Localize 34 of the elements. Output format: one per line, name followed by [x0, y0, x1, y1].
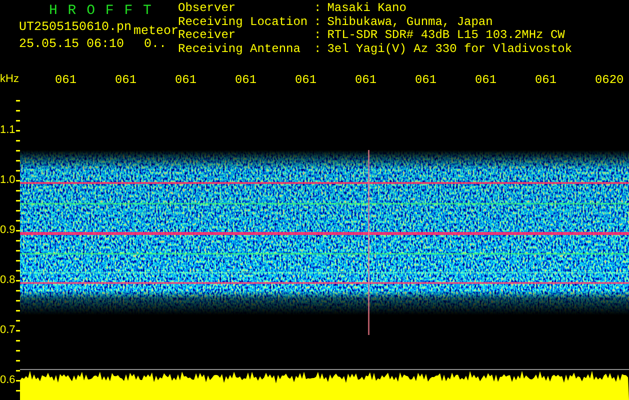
time-label: 061 — [54, 73, 78, 87]
info-label: Receiver — [178, 30, 237, 43]
time-label: 061 — [174, 73, 198, 87]
app-title: H R O F F T — [48, 3, 154, 19]
file-name: UT2505150610.pn — [19, 19, 132, 36]
info-value: Shibukawa, Gunma, Japan — [327, 16, 494, 29]
info-separator: : — [314, 44, 322, 57]
frequency-label: 0.8 — [0, 273, 16, 287]
info-value: Masaki Kano — [327, 3, 408, 16]
frequency-label: 0.7 — [0, 323, 16, 337]
frequency-label: 0.9 — [0, 223, 16, 237]
extra-value: 0.. — [144, 36, 167, 53]
info-label: Receiving Location — [178, 16, 309, 29]
unit-label: kHz — [0, 73, 19, 85]
info-value: RTL-SDR SDR# 43dB L15 103.2MHz CW — [327, 30, 566, 43]
info-separator: : — [314, 3, 322, 16]
time-label: 061 — [414, 73, 438, 87]
time-label: 061 — [354, 73, 378, 87]
time-label: 061 — [234, 73, 258, 87]
info-value: 3el Yagi(V) Az 330 for Vladivostok — [327, 44, 572, 57]
frequency-label: 1.0 — [0, 173, 16, 187]
frequency-label: 1.1 — [0, 123, 16, 137]
time-label: 0620 — [594, 73, 625, 87]
time-label: 061 — [474, 73, 498, 87]
mode-label: meteor — [134, 23, 179, 38]
info-separator: : — [314, 16, 322, 30]
info-separator: : — [314, 30, 322, 44]
time-label: 061 — [114, 73, 138, 87]
time-label: 061 — [534, 73, 558, 87]
frequency-label: 0.6 — [0, 373, 16, 387]
info-label: Observer — [178, 3, 237, 16]
time-label: 061 — [294, 73, 318, 87]
info-label: Receiving Antenna — [178, 44, 302, 57]
date-time: 25.05.15 06:10 — [19, 36, 124, 53]
